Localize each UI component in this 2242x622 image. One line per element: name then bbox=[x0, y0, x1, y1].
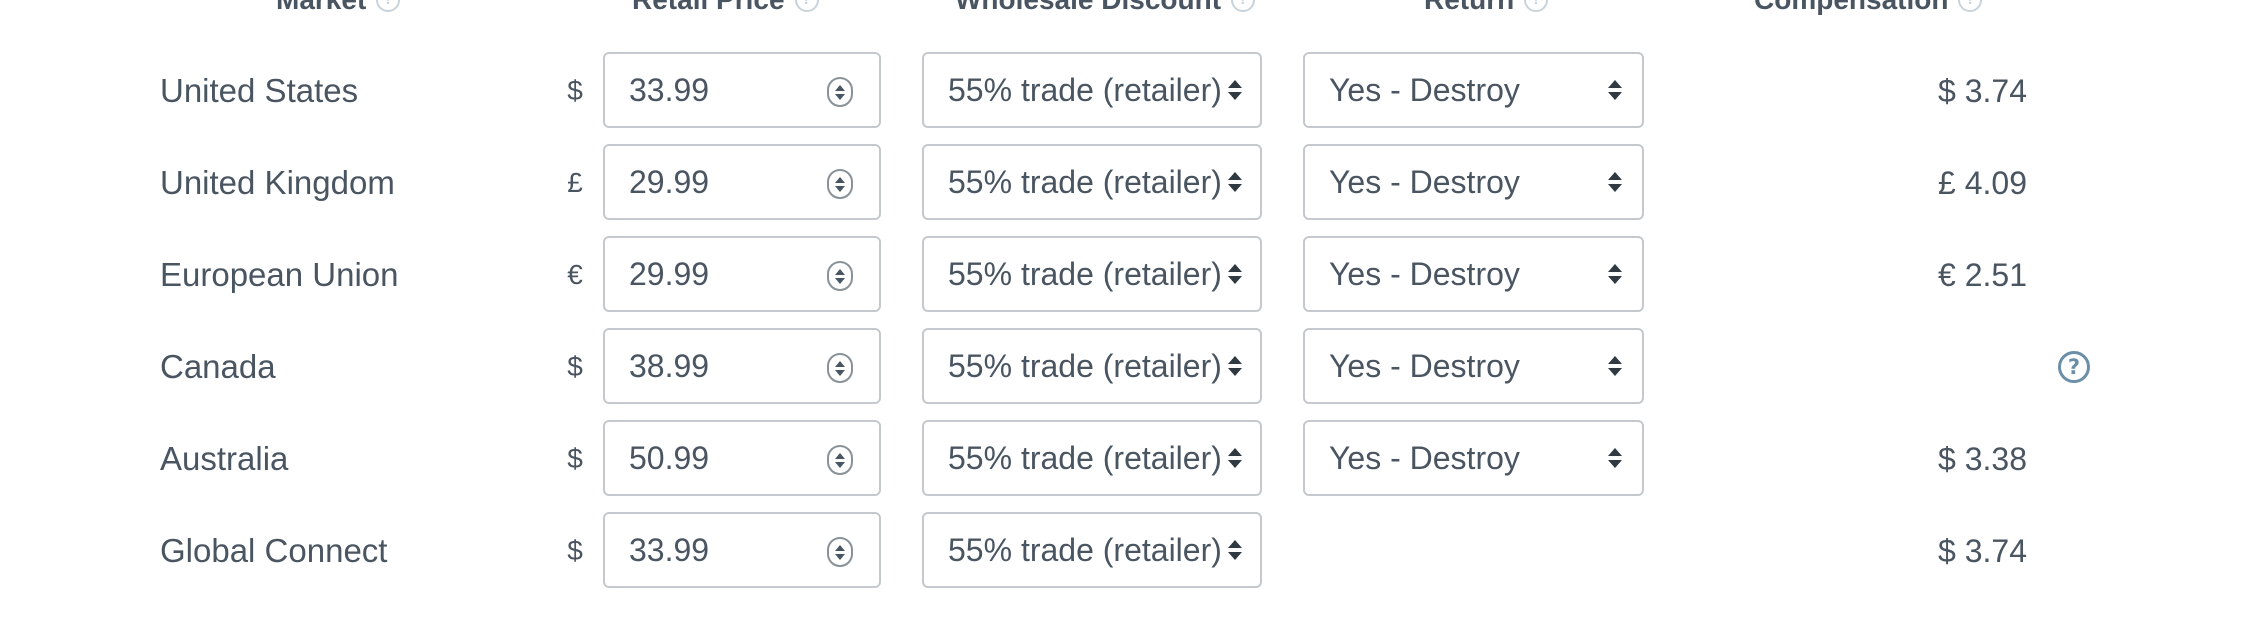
wholesale-discount-value: 55% trade (retailer) bbox=[948, 347, 1220, 384]
retail-price-input[interactable]: 38.99 bbox=[603, 328, 881, 404]
header-retail-price: Retail Price ? bbox=[632, 0, 819, 20]
return-select[interactable]: Yes - Destroy bbox=[1303, 420, 1644, 496]
select-arrows-icon bbox=[1608, 448, 1622, 468]
retail-price-input[interactable]: 29.99 bbox=[603, 144, 881, 220]
wholesale-discount-select[interactable]: 55% trade (retailer) bbox=[922, 512, 1262, 588]
compensation-value: $ 3.38 bbox=[1938, 440, 2027, 477]
wholesale-discount-select[interactable]: 55% trade (retailer) bbox=[922, 144, 1262, 220]
wholesale-discount-select[interactable]: 55% trade (retailer) bbox=[922, 236, 1262, 312]
header-return: Return ? bbox=[1424, 0, 1549, 20]
help-icon[interactable]: ? bbox=[1524, 0, 1549, 12]
price-stepper-icon[interactable] bbox=[827, 261, 853, 291]
wholesale-discount-value: 55% trade (retailer) bbox=[948, 531, 1220, 568]
price-stepper-icon[interactable] bbox=[827, 169, 853, 199]
market-name: European Union bbox=[160, 256, 399, 293]
wholesale-discount-value: 55% trade (retailer) bbox=[948, 71, 1220, 108]
market-row: United Kingdom £ 29.99 55% trade (retail… bbox=[0, 144, 2242, 222]
header-wholesale-discount-label: Wholesale Discount bbox=[955, 0, 1221, 16]
market-row: Global Connect $ 33.99 55% trade (retail… bbox=[0, 512, 2242, 590]
wholesale-discount-select[interactable]: 55% trade (retailer) bbox=[922, 420, 1262, 496]
retail-price-value: 33.99 bbox=[629, 71, 710, 108]
retail-price-input[interactable]: 33.99 bbox=[603, 512, 881, 588]
header-retail-price-label: Retail Price bbox=[632, 0, 785, 16]
market-name: Australia bbox=[160, 440, 289, 477]
wholesale-discount-select[interactable]: 55% trade (retailer) bbox=[922, 328, 1262, 404]
return-select[interactable]: Yes - Destroy bbox=[1303, 328, 1644, 404]
currency-symbol: $ bbox=[567, 351, 583, 382]
header-market-label: Market bbox=[276, 0, 366, 16]
wholesale-discount-value: 55% trade (retailer) bbox=[948, 255, 1220, 292]
market-row: European Union € 29.99 55% trade (retail… bbox=[0, 236, 2242, 314]
price-stepper-icon[interactable] bbox=[827, 353, 853, 383]
return-select[interactable]: Yes - Destroy bbox=[1303, 236, 1644, 312]
market-name: United States bbox=[160, 72, 359, 109]
select-arrows-icon bbox=[1228, 264, 1242, 284]
market-row: United States $ 33.99 55% trade (retaile… bbox=[0, 52, 2242, 130]
wholesale-discount-value: 55% trade (retailer) bbox=[948, 163, 1220, 200]
header-return-label: Return bbox=[1424, 0, 1514, 16]
compensation-value: $ 3.74 bbox=[1938, 72, 2027, 109]
return-value: Yes - Destroy bbox=[1329, 71, 1520, 108]
select-arrows-icon bbox=[1228, 172, 1242, 192]
retail-price-input[interactable]: 50.99 bbox=[603, 420, 881, 496]
market-row: Australia $ 50.99 55% trade (retailer) Y… bbox=[0, 420, 2242, 498]
compensation-help-icon[interactable]: ? bbox=[2058, 351, 2090, 383]
return-select[interactable]: Yes - Destroy bbox=[1303, 144, 1644, 220]
currency-symbol: $ bbox=[567, 443, 583, 474]
price-stepper-icon[interactable] bbox=[827, 537, 853, 567]
retail-price-value: 29.99 bbox=[629, 255, 710, 292]
select-arrows-icon bbox=[1608, 80, 1622, 100]
help-icon[interactable]: ? bbox=[376, 0, 401, 12]
retail-price-value: 33.99 bbox=[629, 531, 710, 568]
select-arrows-icon bbox=[1228, 80, 1242, 100]
return-value: Yes - Destroy bbox=[1329, 439, 1520, 476]
price-stepper-icon[interactable] bbox=[827, 77, 853, 107]
retail-price-value: 38.99 bbox=[629, 347, 710, 384]
return-select[interactable]: Yes - Destroy bbox=[1303, 52, 1644, 128]
select-arrows-icon bbox=[1608, 356, 1622, 376]
currency-symbol: € bbox=[567, 259, 583, 290]
market-name: Global Connect bbox=[160, 532, 388, 569]
help-icon[interactable]: ? bbox=[1231, 0, 1256, 12]
help-icon[interactable]: ? bbox=[1958, 0, 1983, 12]
currency-symbol: $ bbox=[567, 535, 583, 566]
currency-symbol: $ bbox=[567, 75, 583, 106]
wholesale-discount-value: 55% trade (retailer) bbox=[948, 439, 1220, 476]
price-stepper-icon[interactable] bbox=[827, 445, 853, 475]
header-wholesale-discount: Wholesale Discount ? bbox=[955, 0, 1256, 20]
retail-price-value: 29.99 bbox=[629, 163, 710, 200]
return-value: Yes - Destroy bbox=[1329, 163, 1520, 200]
return-value: Yes - Destroy bbox=[1329, 347, 1520, 384]
select-arrows-icon bbox=[1228, 448, 1242, 468]
retail-price-value: 50.99 bbox=[629, 439, 710, 476]
select-arrows-icon bbox=[1608, 172, 1622, 192]
return-value: Yes - Destroy bbox=[1329, 255, 1520, 292]
compensation-value: £ 4.09 bbox=[1938, 164, 2027, 201]
compensation-value: $ 3.74 bbox=[1938, 532, 2027, 569]
retail-price-input[interactable]: 33.99 bbox=[603, 52, 881, 128]
help-icon[interactable]: ? bbox=[794, 0, 819, 12]
select-arrows-icon bbox=[1228, 356, 1242, 376]
header-compensation: Compensation ? bbox=[1754, 0, 1983, 20]
retail-price-input[interactable]: 29.99 bbox=[603, 236, 881, 312]
currency-symbol: £ bbox=[567, 167, 583, 198]
wholesale-discount-select[interactable]: 55% trade (retailer) bbox=[922, 52, 1262, 128]
header-compensation-label: Compensation bbox=[1754, 0, 1948, 16]
select-arrows-icon bbox=[1608, 264, 1622, 284]
select-arrows-icon bbox=[1228, 540, 1242, 560]
market-name: Canada bbox=[160, 348, 276, 385]
market-row: Canada $ 38.99 55% trade (retailer) Yes … bbox=[0, 328, 2242, 406]
header-market: Market ? bbox=[276, 0, 401, 20]
market-name: United Kingdom bbox=[160, 164, 395, 201]
compensation-value: € 2.51 bbox=[1938, 256, 2027, 293]
